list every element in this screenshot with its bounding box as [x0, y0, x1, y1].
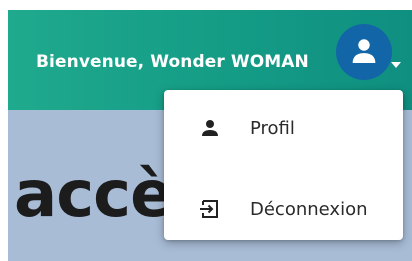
- menu-item-profile[interactable]: Profil: [164, 98, 403, 158]
- menu-item-label: Profil: [250, 117, 295, 139]
- menu-item-label: Déconnexion: [250, 198, 368, 220]
- menu-item-logout[interactable]: Déconnexion: [164, 179, 403, 239]
- user-avatar-button[interactable]: [336, 24, 392, 80]
- page-heading: accè: [14, 158, 173, 232]
- logout-icon: [200, 200, 218, 218]
- user-dropdown-menu: Profil Déconnexion: [164, 90, 403, 240]
- user-icon: [352, 39, 376, 63]
- person-icon: [202, 120, 218, 136]
- welcome-text: Bienvenue, Wonder WOMAN: [36, 52, 309, 72]
- caret-down-icon[interactable]: [391, 62, 401, 68]
